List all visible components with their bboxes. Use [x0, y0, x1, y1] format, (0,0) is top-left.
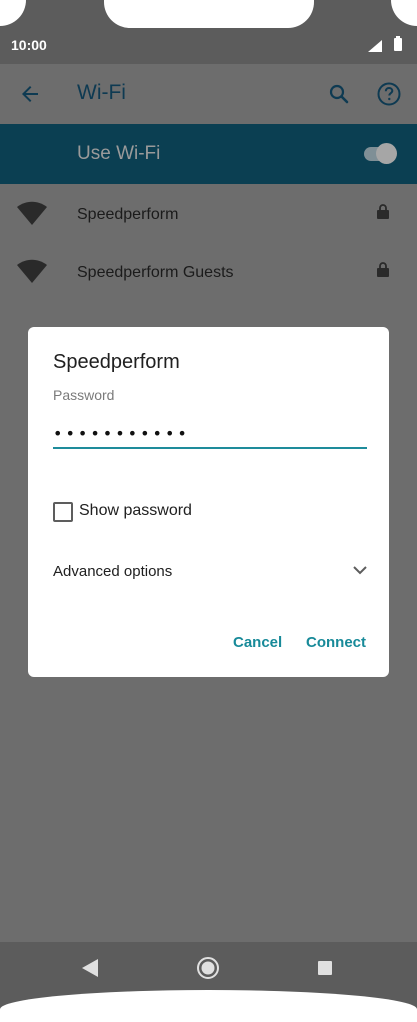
display-notch	[104, 0, 314, 28]
app-toolbar: Wi-Fi	[0, 64, 417, 124]
dialog-title: Speedperform	[53, 351, 180, 373]
nav-back-icon[interactable]	[82, 959, 98, 977]
network-name: Speedperform Guests	[77, 264, 234, 281]
wifi-password-dialog: Speedperform Password Show password Adva…	[28, 327, 389, 677]
battery-icon	[394, 36, 402, 51]
show-password-label[interactable]: Show password	[79, 502, 192, 520]
status-bar: 10:00	[0, 0, 417, 64]
nav-recents-icon[interactable]	[318, 961, 332, 975]
lock-icon	[377, 262, 389, 277]
signal-icon	[368, 40, 382, 52]
show-password-checkbox[interactable]	[53, 502, 73, 522]
network-list-item[interactable]: Speedperform Guests	[0, 245, 417, 303]
search-icon[interactable]	[327, 82, 351, 106]
network-name: Speedperform	[77, 206, 179, 223]
chevron-down-icon[interactable]	[353, 565, 367, 575]
cancel-button[interactable]: Cancel	[233, 634, 282, 651]
advanced-options-toggle[interactable]: Advanced options	[53, 563, 172, 580]
wifi-signal-icon	[17, 259, 47, 283]
network-list-item[interactable]: Speedperform	[0, 187, 417, 245]
help-icon[interactable]	[376, 81, 402, 107]
screen-bottom-edge	[0, 990, 417, 1022]
use-wifi-label: Use Wi-Fi	[77, 143, 161, 164]
connect-button[interactable]: Connect	[306, 634, 366, 651]
wifi-toggle[interactable]	[376, 143, 397, 164]
use-wifi-row[interactable]: Use Wi-Fi	[0, 124, 417, 184]
password-label: Password	[53, 387, 115, 403]
wifi-signal-icon	[17, 201, 47, 225]
back-arrow-icon[interactable]	[18, 82, 42, 106]
lock-icon	[377, 204, 389, 219]
nav-home-icon[interactable]	[196, 956, 220, 980]
screen-corner	[391, 0, 417, 26]
page-title: Wi-Fi	[77, 81, 126, 104]
status-time: 10:00	[11, 37, 47, 53]
screen-corner	[0, 0, 26, 26]
phone-screen: 10:00 Wi-Fi Use Wi-Fi Speedperform Speed…	[0, 0, 417, 1022]
password-input[interactable]	[53, 419, 367, 449]
